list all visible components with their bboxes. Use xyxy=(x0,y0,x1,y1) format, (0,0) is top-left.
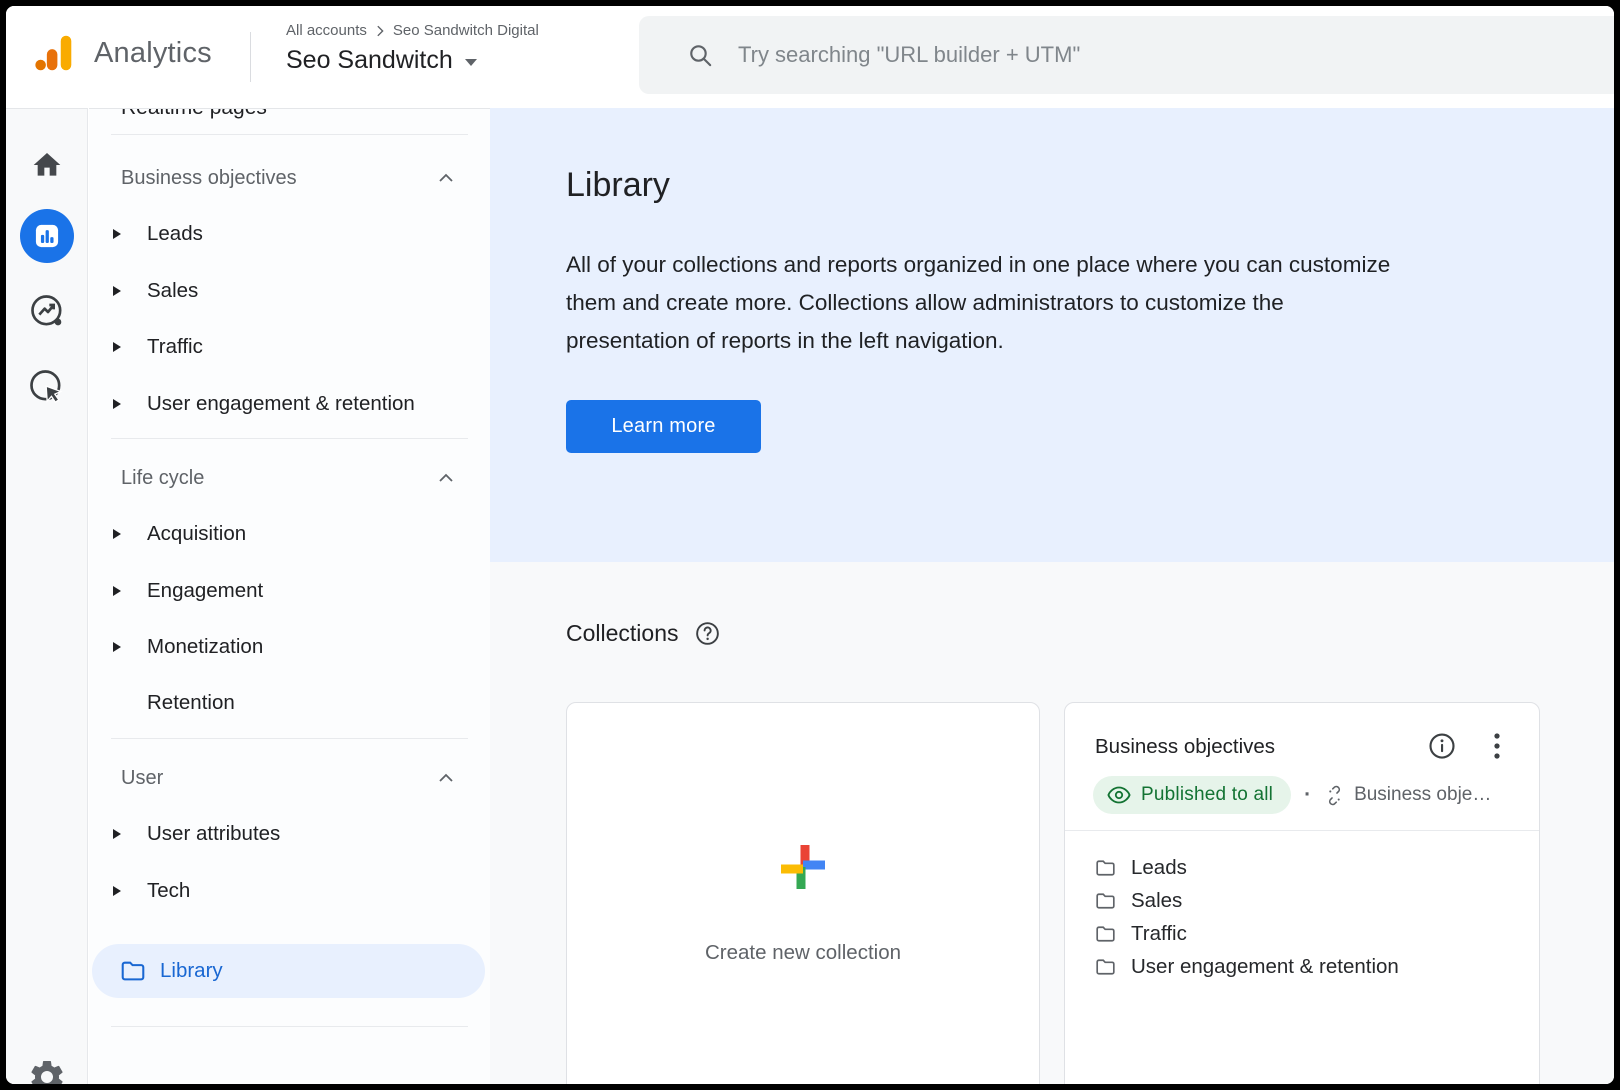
home-nav-button[interactable] xyxy=(31,149,63,186)
advertising-icon xyxy=(27,367,67,407)
linked-collection-name: Business obje… xyxy=(1354,784,1491,806)
list-item: User engagement & retention xyxy=(1095,950,1519,983)
header-divider xyxy=(250,32,251,82)
triangle-right-icon xyxy=(113,342,121,352)
google-plus-icon xyxy=(779,843,827,896)
folder-icon xyxy=(1095,892,1116,910)
sidebar-item-user-engagement[interactable]: User engagement & retention xyxy=(89,376,490,432)
learn-more-button[interactable]: Learn more xyxy=(566,400,761,453)
chevron-up-icon xyxy=(438,472,454,484)
collection-status-row: Published to all · Business obje… xyxy=(1093,775,1491,815)
analytics-logo-icon xyxy=(32,30,78,76)
triangle-right-icon xyxy=(113,829,121,839)
chevron-right-icon xyxy=(373,24,387,38)
triangle-right-icon xyxy=(113,229,121,239)
folder-icon xyxy=(1095,859,1116,877)
info-icon[interactable] xyxy=(1427,731,1457,761)
folder-icon xyxy=(1095,958,1116,976)
property-name: Seo Sandwitch xyxy=(286,46,453,75)
explore-icon xyxy=(27,291,67,331)
triangle-right-icon xyxy=(113,399,121,409)
banner-description: All of your collections and reports orga… xyxy=(566,246,1390,360)
chevron-up-icon xyxy=(438,772,454,784)
app-window: Analytics All accounts Seo Sandwitch Dig… xyxy=(6,6,1614,1084)
section-label: Life cycle xyxy=(121,467,438,490)
card-divider xyxy=(1065,830,1539,831)
folder-icon xyxy=(1095,925,1116,943)
sidebar-divider xyxy=(111,1026,468,1027)
collections-header: Collections xyxy=(566,620,721,647)
property-selector[interactable]: Seo Sandwitch xyxy=(286,46,539,75)
sidebar-item-leads[interactable]: Leads xyxy=(89,206,490,262)
dot-separator: · xyxy=(1304,783,1311,807)
sidebar-section-user[interactable]: User xyxy=(89,755,490,801)
sidebar-divider xyxy=(111,438,468,439)
gear-icon xyxy=(27,1057,67,1084)
home-icon xyxy=(31,149,63,181)
kebab-menu-icon[interactable] xyxy=(1487,731,1507,761)
linked-collection: Business obje… xyxy=(1324,784,1491,806)
published-badge: Published to all xyxy=(1093,776,1291,814)
sidebar-item-user-attributes[interactable]: User attributes xyxy=(89,806,490,862)
search-input[interactable] xyxy=(738,42,1614,68)
page-title: Library xyxy=(566,166,670,205)
sidebar-item-retention[interactable]: Retention xyxy=(89,675,490,731)
account-block: All accounts Seo Sandwitch Digital Seo S… xyxy=(286,22,539,75)
list-item: Traffic xyxy=(1095,917,1519,950)
app-header: Analytics All accounts Seo Sandwitch Dig… xyxy=(6,6,1614,107)
triangle-right-icon xyxy=(113,529,121,539)
collections-heading: Collections xyxy=(566,620,679,647)
sidebar-divider xyxy=(111,738,468,739)
collection-topic-list: Leads Sales Traffic User engagement & re… xyxy=(1095,851,1519,983)
sidebar-item-realtime-pages[interactable]: Realtime pages xyxy=(121,108,267,123)
caret-down-icon xyxy=(465,59,477,66)
sidebar-item-traffic[interactable]: Traffic xyxy=(89,319,490,375)
analytics-logo[interactable]: Analytics xyxy=(32,30,212,76)
sidebar-item-library[interactable]: Library xyxy=(92,944,485,998)
sidebar-item-acquisition[interactable]: Acquisition xyxy=(89,506,490,562)
library-banner: Library All of your collections and repo… xyxy=(490,108,1614,562)
breadcrumb: All accounts Seo Sandwitch Digital xyxy=(286,22,539,39)
sidebar-item-monetization[interactable]: Monetization xyxy=(89,619,490,675)
triangle-right-icon xyxy=(113,886,121,896)
list-item: Sales xyxy=(1095,884,1519,917)
search-bar[interactable] xyxy=(639,16,1614,94)
sidebar-section-business-objectives[interactable]: Business objectives xyxy=(89,155,490,201)
sidebar-divider xyxy=(111,134,468,135)
admin-settings-button[interactable] xyxy=(27,1057,67,1084)
sidebar-section-life-cycle[interactable]: Life cycle xyxy=(89,455,490,501)
triangle-right-icon xyxy=(113,586,121,596)
breadcrumb-all-accounts[interactable]: All accounts xyxy=(286,22,367,39)
reports-selected-circle xyxy=(20,209,74,263)
create-collection-card[interactable]: Create new collection xyxy=(566,702,1040,1084)
help-icon[interactable] xyxy=(694,620,721,647)
link-off-icon xyxy=(1324,785,1345,806)
search-icon xyxy=(687,42,714,69)
eye-icon xyxy=(1107,786,1131,804)
product-name: Analytics xyxy=(94,37,212,70)
explore-nav-button[interactable] xyxy=(27,291,67,336)
create-collection-label: Create new collection xyxy=(567,941,1039,965)
collection-card-business-objectives: Business objectives xyxy=(1064,702,1540,1084)
report-nav-sidebar: Realtime pages Business objectives Leads… xyxy=(89,108,490,1084)
sidebar-item-engagement[interactable]: Engagement xyxy=(89,563,490,619)
section-label: User xyxy=(121,767,438,790)
sidebar-item-sales[interactable]: Sales xyxy=(89,263,490,319)
sidebar-item-tech[interactable]: Tech xyxy=(89,863,490,919)
chevron-up-icon xyxy=(438,172,454,184)
reports-icon xyxy=(33,222,61,250)
collection-card-title: Business objectives xyxy=(1095,735,1275,759)
section-label: Business objectives xyxy=(121,167,438,190)
nav-rail xyxy=(6,108,88,1084)
breadcrumb-account-name[interactable]: Seo Sandwitch Digital xyxy=(393,22,539,39)
reports-nav-button[interactable] xyxy=(20,209,74,263)
main-content: Library All of your collections and repo… xyxy=(490,108,1614,1084)
folder-icon xyxy=(120,960,146,982)
triangle-right-icon xyxy=(113,286,121,296)
list-item: Leads xyxy=(1095,851,1519,884)
advertising-nav-button[interactable] xyxy=(27,367,67,412)
triangle-right-icon xyxy=(113,642,121,652)
